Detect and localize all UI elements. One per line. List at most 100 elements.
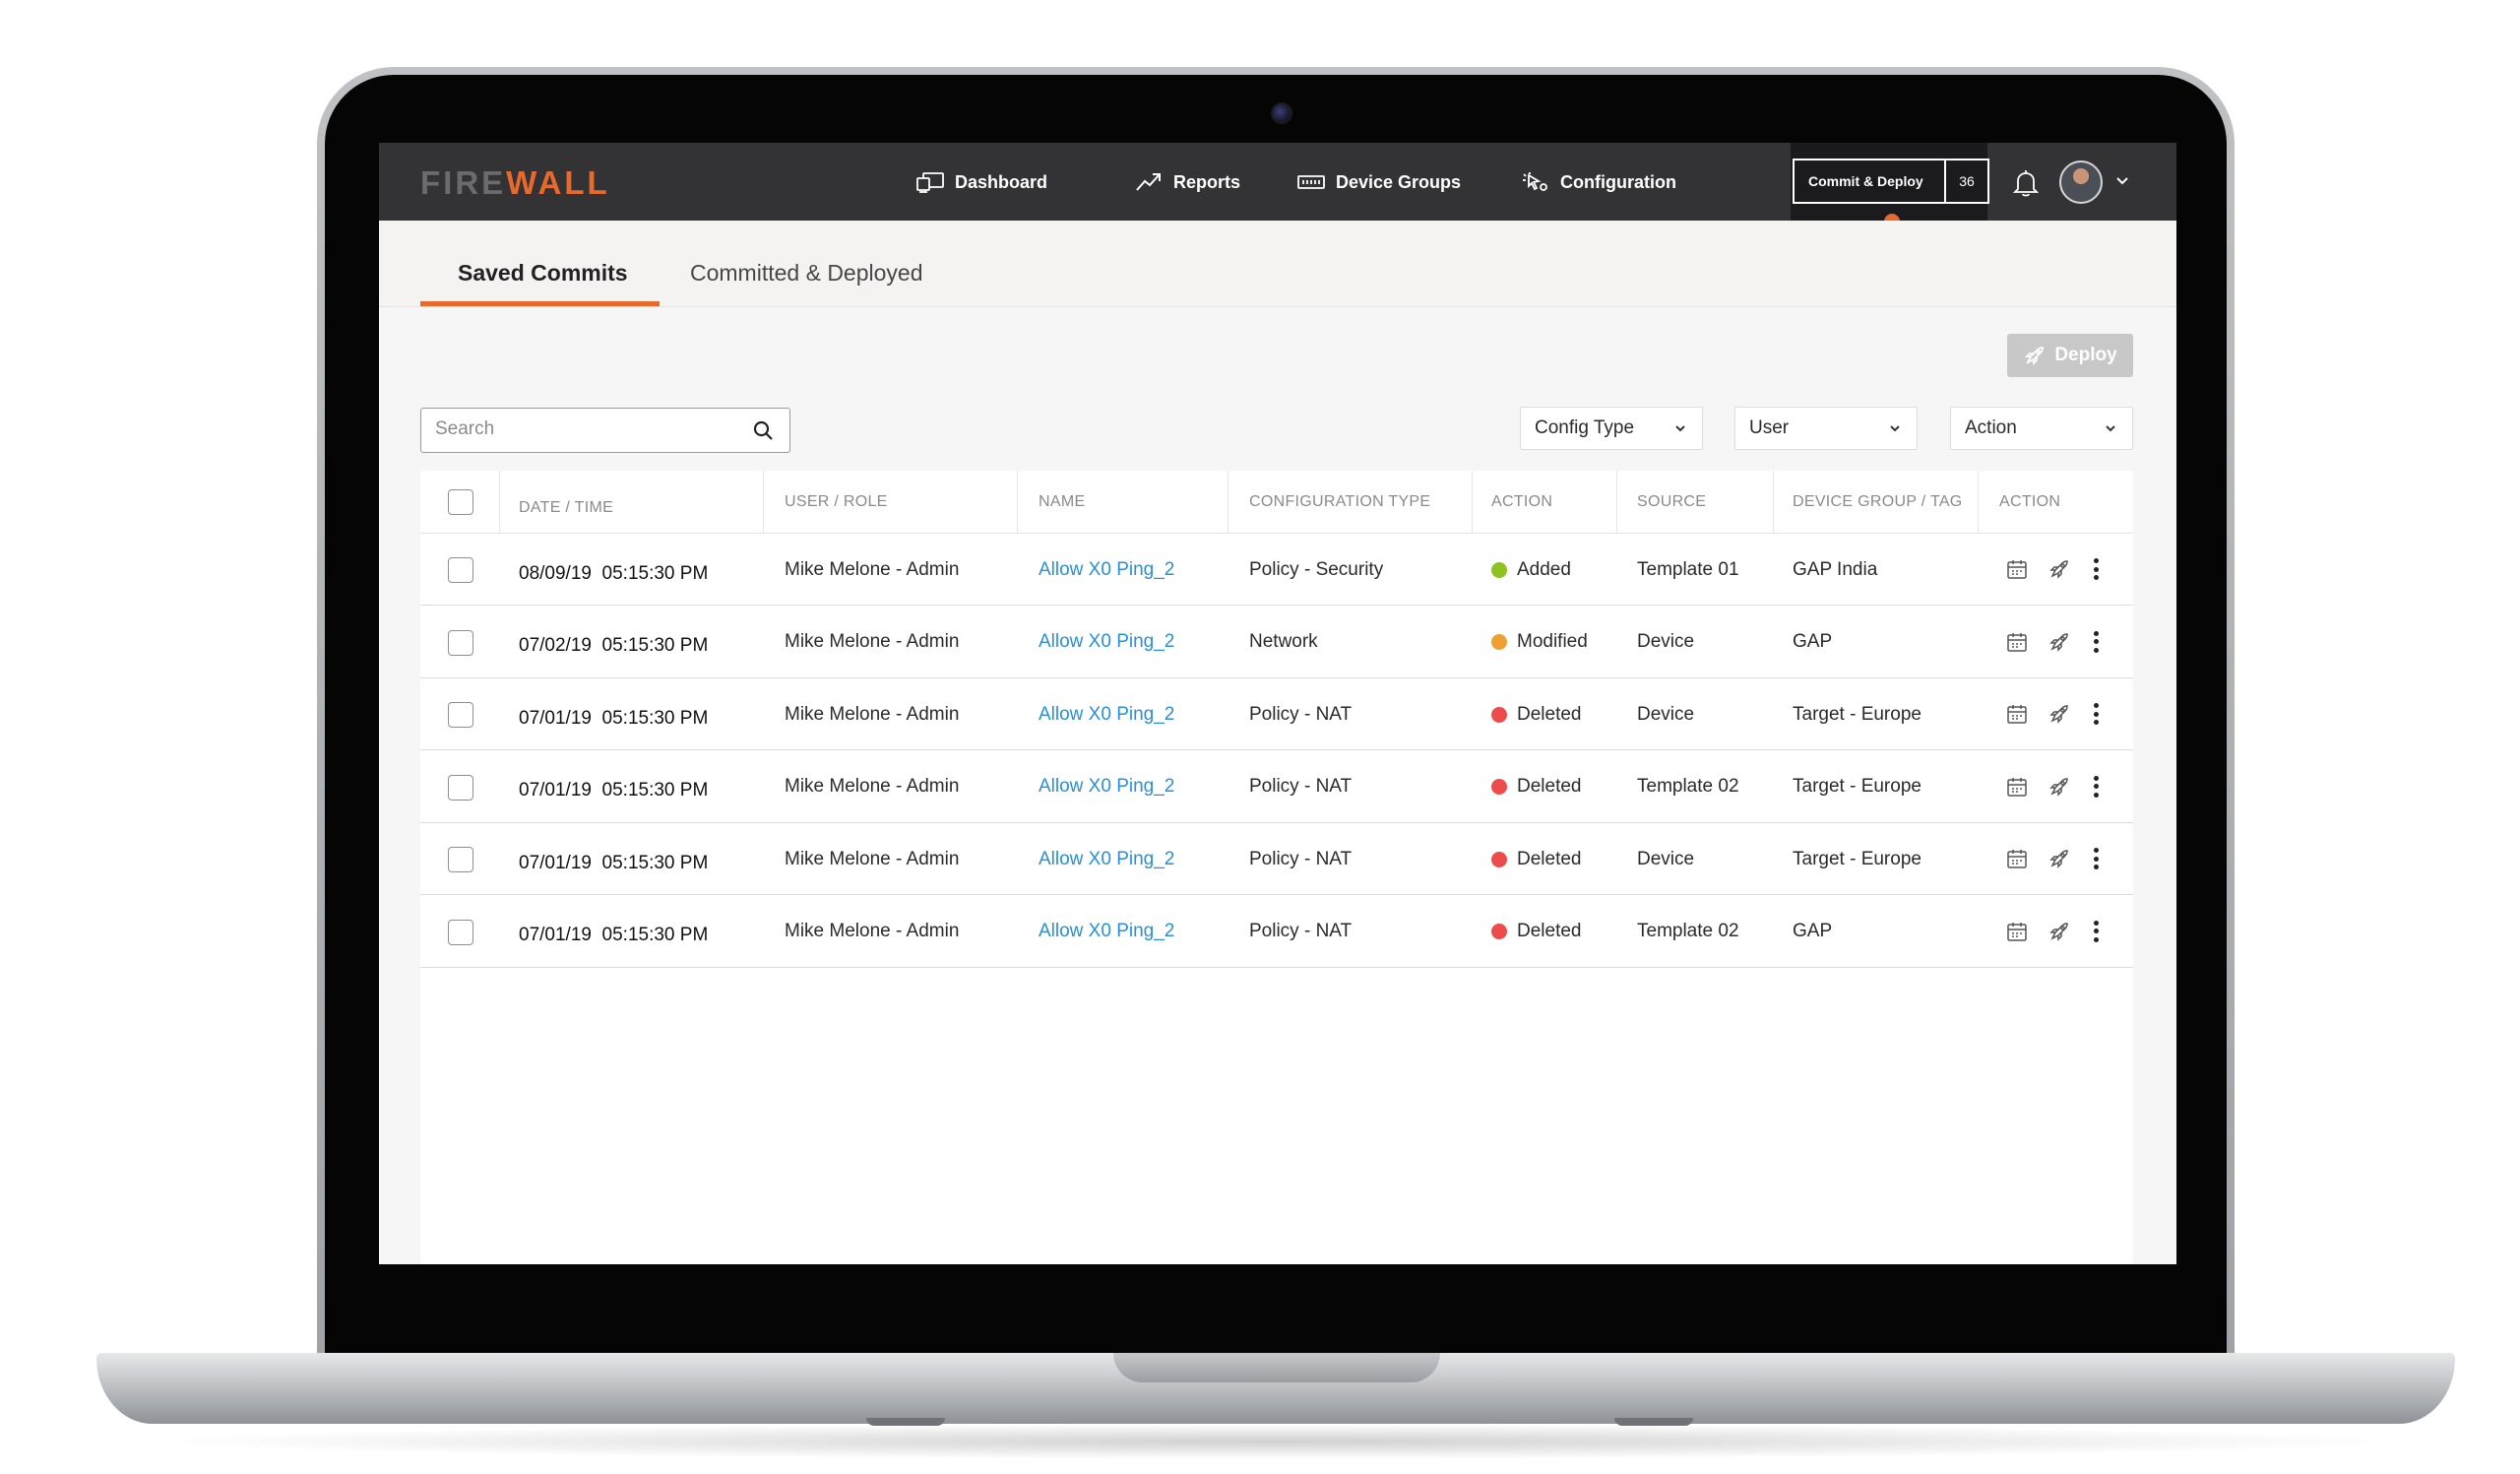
avatar[interactable]	[2059, 160, 2103, 204]
date-text: 07/01/19	[519, 780, 592, 801]
source-cell: Device	[1637, 848, 1695, 869]
rocket-icon[interactable]	[2048, 702, 2071, 726]
action-status-label: Deleted	[1517, 776, 1582, 797]
action-status-cell: Deleted	[1491, 823, 1582, 895]
row-checkbox[interactable]	[448, 847, 473, 872]
more-options-icon[interactable]	[2091, 629, 2101, 655]
tab-committed-deployed[interactable]: Committed & Deployed	[690, 260, 923, 287]
chevron-down-icon	[1890, 425, 1900, 432]
table-row[interactable]: 07/02/19 05:15:30 PM Mike Melone - Admin A…	[420, 607, 2133, 678]
date-time-cell: 07/01/19 05:15:30 PM	[519, 900, 708, 972]
row-checkbox[interactable]	[448, 629, 473, 656]
app-logo[interactable]: FIREWALL	[420, 164, 610, 202]
rocket-icon[interactable]	[2048, 775, 2071, 799]
status-dot-icon	[1491, 634, 1507, 650]
time-text: 05:15:30 PM	[601, 780, 709, 801]
user-role-cell: Mike Melone - Admin	[785, 631, 960, 652]
status-dot-icon	[1491, 706, 1507, 723]
calendar-icon[interactable]	[2005, 847, 2029, 870]
table-row[interactable]: 07/01/19 05:15:30 PM Mike Melone - Admin A…	[420, 823, 2133, 895]
nav-dashboard[interactable]: Dashboard	[915, 166, 1047, 198]
configuration-type-cell: Policy - NAT	[1249, 848, 1353, 869]
commit-name-link[interactable]: Allow X0 Ping_2	[1039, 678, 1174, 750]
table-row[interactable]: 08/09/19 05:15:30 PM Mike Melone - Admin A…	[420, 534, 2133, 606]
rocket-icon	[2025, 347, 2045, 366]
search-icon[interactable]	[752, 419, 774, 441]
commit-name-link[interactable]: Allow X0 Ping_2	[1039, 823, 1174, 895]
chevron-down-icon[interactable]	[2114, 173, 2130, 189]
action-filter[interactable]: Action	[1950, 407, 2133, 450]
more-options-icon[interactable]	[2091, 919, 2101, 944]
table-row[interactable]: 07/01/19 05:15:30 PM Mike Melone - Admin A…	[420, 678, 2133, 750]
rocket-icon[interactable]	[2048, 557, 2071, 581]
date-text: 07/01/19	[519, 925, 592, 945]
action-status-cell: Deleted	[1491, 896, 1582, 968]
header-name[interactable]: NAME	[1039, 471, 1085, 534]
user-role-cell: Mike Melone - Admin	[785, 776, 960, 797]
tab-saved-commits[interactable]: Saved Commits	[458, 260, 628, 287]
header-configuration-type[interactable]: CONFIGURATION TYPE	[1249, 471, 1430, 534]
bell-icon[interactable]	[2011, 168, 2041, 198]
status-dot-icon	[1491, 851, 1507, 867]
deploy-button[interactable]: Deploy	[2007, 334, 2133, 377]
more-options-icon[interactable]	[2091, 556, 2101, 582]
calendar-icon[interactable]	[2005, 702, 2029, 726]
date-text: 07/01/19	[519, 852, 592, 873]
rocket-icon[interactable]	[2048, 920, 2071, 943]
column-divider	[763, 471, 764, 534]
row-checkbox[interactable]	[448, 774, 473, 801]
nav-device-groups[interactable]: Device Groups	[1296, 166, 1461, 198]
date-text: 07/01/19	[519, 707, 592, 729]
row-checkbox[interactable]	[448, 702, 473, 728]
camera-icon	[1271, 102, 1292, 124]
commit-name-link[interactable]: Allow X0 Ping_2	[1039, 607, 1174, 678]
rocket-icon[interactable]	[2048, 630, 2071, 654]
device-group-cell: GAP	[1793, 921, 1833, 941]
device-group-cell: GAP	[1793, 631, 1833, 652]
status-dot-icon	[1491, 779, 1507, 795]
device-groups-icon	[1297, 175, 1325, 189]
more-options-icon[interactable]	[2091, 701, 2101, 727]
calendar-icon[interactable]	[2005, 775, 2029, 799]
calendar-icon[interactable]	[2005, 920, 2029, 943]
search-box	[420, 408, 790, 453]
deploy-button-label: Deploy	[2054, 345, 2117, 365]
table-row[interactable]: 07/01/19 05:15:30 PM Mike Melone - Admin A…	[420, 896, 2133, 968]
select-all-checkbox[interactable]	[448, 489, 473, 515]
more-options-icon[interactable]	[2091, 774, 2101, 800]
source-cell: Template 02	[1637, 921, 1739, 941]
column-divider	[1616, 471, 1617, 534]
nav-reports[interactable]: Reports	[1134, 166, 1240, 198]
row-checkbox[interactable]	[448, 919, 473, 945]
commit-name-link[interactable]: Allow X0 Ping_2	[1039, 751, 1174, 823]
device-group-cell: Target - Europe	[1793, 703, 1922, 725]
header-user-role[interactable]: USER / ROLE	[785, 471, 888, 534]
column-divider	[1017, 471, 1018, 534]
configuration-type-cell: Policy - NAT	[1249, 703, 1353, 725]
nav-configuration[interactable]: Configuration	[1521, 166, 1676, 198]
commit-name-link[interactable]: Allow X0 Ping_2	[1039, 534, 1174, 606]
config-type-filter[interactable]: Config Type	[1520, 407, 1703, 450]
search-input[interactable]	[421, 409, 717, 450]
chevron-down-icon	[1675, 425, 1685, 432]
calendar-icon[interactable]	[2005, 557, 2029, 581]
date-time-cell: 07/02/19 05:15:30 PM	[519, 610, 708, 682]
rocket-icon[interactable]	[2048, 847, 2071, 870]
user-filter[interactable]: User	[1734, 407, 1918, 450]
more-options-icon[interactable]	[2091, 846, 2101, 871]
date-time-cell: 07/01/19 05:15:30 PM	[519, 755, 708, 827]
header-source[interactable]: SOURCE	[1637, 471, 1706, 534]
nav-device-groups-label: Device Groups	[1336, 171, 1462, 192]
header-date-time[interactable]: DATE / TIME	[519, 477, 613, 540]
header-device-group-tag[interactable]: DEVICE GROUP / TAG	[1793, 471, 1963, 534]
table-row[interactable]: 07/01/19 05:15:30 PM Mike Melone - Admin A…	[420, 751, 2133, 823]
chevron-down-icon	[2106, 425, 2115, 432]
trend-icon	[1136, 173, 1161, 191]
commit-name-link[interactable]: Allow X0 Ping_2	[1039, 896, 1174, 968]
action-status-label: Added	[1517, 558, 1571, 580]
row-checkbox[interactable]	[448, 557, 473, 583]
commit-deploy-button[interactable]: Commit & Deploy 36	[1793, 159, 1989, 204]
header-action[interactable]: ACTION	[1491, 471, 1552, 534]
calendar-icon[interactable]	[2005, 630, 2029, 654]
device-group-cell: Target - Europe	[1793, 848, 1922, 869]
